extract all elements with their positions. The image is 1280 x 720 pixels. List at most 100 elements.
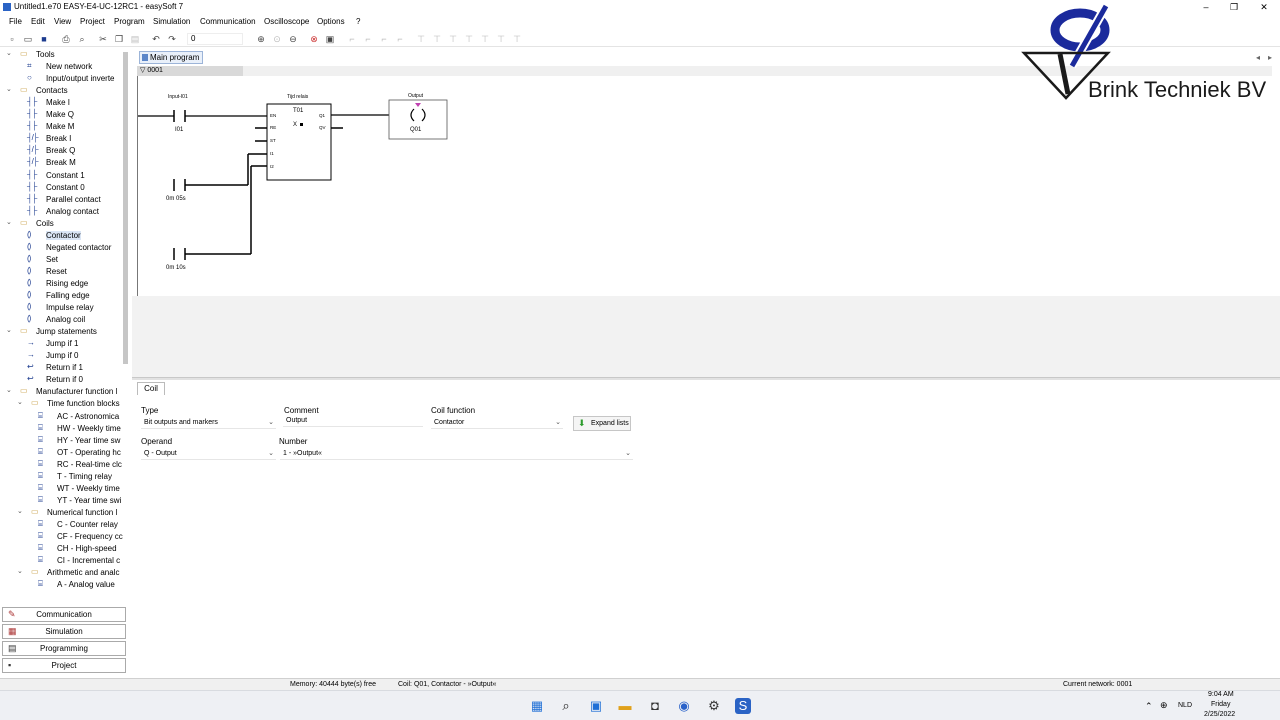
- browser-icon[interactable]: ◉: [676, 698, 692, 714]
- chevron-down-icon[interactable]: ⌄: [6, 49, 12, 57]
- nav-simulation-button[interactable]: ▦ Simulation: [2, 624, 126, 639]
- sidebar-scrollbar[interactable]: [123, 52, 128, 364]
- store-icon[interactable]: ◘: [647, 698, 663, 714]
- tree-item-label: Make I: [46, 98, 71, 108]
- new-file-icon[interactable]: ▫: [7, 34, 17, 44]
- network-globe-icon[interactable]: ⊕: [1160, 700, 1168, 711]
- menu-simulation[interactable]: Simulation: [153, 17, 190, 26]
- align4-icon[interactable]: ⊤: [464, 34, 474, 44]
- align-icon[interactable]: ⊤: [416, 34, 426, 44]
- copy-icon[interactable]: ❐: [114, 34, 124, 44]
- chevron-down-icon[interactable]: ⌄: [17, 398, 23, 406]
- print-preview-icon[interactable]: ⌕: [77, 34, 87, 44]
- number-select[interactable]: 1 - »Output« ⌄: [280, 448, 633, 460]
- tree-item-label: Jump statements: [36, 327, 97, 337]
- nav-communication-button[interactable]: ✎ Communication: [2, 607, 126, 622]
- chevron-down-icon[interactable]: ⌄: [17, 507, 23, 515]
- tree-item-label: YT - Year time swi: [57, 495, 122, 505]
- tree-item-label: RC - Real-time clc: [57, 459, 122, 469]
- tree-item-label: CF - Frequency cc: [57, 532, 123, 541]
- chevron-up-icon[interactable]: ⌃: [1145, 701, 1153, 712]
- start-icon[interactable]: ▦: [529, 698, 545, 714]
- network-delete-icon[interactable]: ⊗: [309, 34, 319, 44]
- zoom-out-icon[interactable]: ⊖: [288, 34, 298, 44]
- tab-main-program[interactable]: Main program: [139, 51, 203, 64]
- align2-icon[interactable]: ⊤: [432, 34, 442, 44]
- wire-tool-icon[interactable]: ⌐: [347, 34, 357, 44]
- task-view-icon[interactable]: ▣: [588, 698, 604, 714]
- clock-time[interactable]: 9:04 AM: [1208, 691, 1234, 698]
- open-folder-icon[interactable]: ▭: [23, 34, 33, 44]
- easysoft-taskbar-icon[interactable]: S: [735, 698, 751, 714]
- input-operand[interactable]: I01: [175, 127, 184, 133]
- search-icon[interactable]: ⌕: [558, 698, 574, 714]
- clock-date[interactable]: 2/25/2022: [1204, 711, 1235, 718]
- menu-oscilloscope[interactable]: Oscilloscope: [264, 17, 309, 26]
- menu-project[interactable]: Project: [80, 17, 105, 26]
- redo-icon[interactable]: ↷: [167, 34, 177, 44]
- cut-icon[interactable]: ✂: [98, 34, 108, 44]
- status-bar: Memory: 40444 byte(s) free Coil: Q01, Co…: [0, 678, 1280, 690]
- nav-programming-button[interactable]: ▤ Programming: [2, 641, 126, 656]
- number-label: Number: [279, 437, 308, 446]
- chevron-down-icon[interactable]: ⌄: [6, 386, 12, 394]
- chevron-down-icon[interactable]: ⌄: [6, 218, 12, 226]
- nav-label: Programming: [39, 644, 88, 653]
- menu-file[interactable]: File: [9, 17, 22, 26]
- app-gear-icon[interactable]: ⚙: [706, 698, 722, 714]
- align5-icon[interactable]: ⊤: [480, 34, 490, 44]
- wire-tool4-icon[interactable]: ⌐: [395, 34, 405, 44]
- fb-icon: ⌸: [38, 470, 43, 480]
- output-operand[interactable]: Q01: [410, 127, 422, 133]
- ladder-diagram[interactable]: Input-I01 I01 Tijd relais T01 X EN RE ST…: [137, 76, 1272, 296]
- clock-day[interactable]: Friday: [1211, 701, 1230, 708]
- make-contact-icon: ┤├: [27, 181, 37, 191]
- expand-lists-button[interactable]: ⬇ Expand lists: [573, 416, 631, 431]
- type-value: Bit outputs and markers: [144, 419, 218, 426]
- save-icon[interactable]: ■: [39, 34, 49, 44]
- language-indicator[interactable]: NLD: [1178, 702, 1192, 709]
- menu-options[interactable]: Options: [317, 17, 345, 26]
- align3-icon[interactable]: ⊤: [448, 34, 458, 44]
- zoom-in-icon[interactable]: ⊕: [256, 34, 266, 44]
- coil-icon: (⟩: [27, 314, 32, 324]
- zoom-reset-icon[interactable]: ⊙: [272, 34, 282, 44]
- const1-value[interactable]: 0m 05s: [166, 196, 186, 202]
- folder-icon: ▭: [20, 386, 28, 396]
- zoom-input[interactable]: 0: [187, 33, 243, 45]
- coil-icon: (⟩: [27, 253, 32, 263]
- chevron-down-icon[interactable]: ⌄: [6, 85, 12, 93]
- input-label[interactable]: Input-I01: [168, 94, 188, 100]
- communication-icon: ✎: [8, 609, 16, 619]
- chevron-down-icon[interactable]: ⌄: [17, 567, 23, 575]
- panel-splitter[interactable]: [132, 377, 1280, 380]
- paste-icon[interactable]: ▤: [130, 34, 140, 44]
- undo-icon[interactable]: ↶: [151, 34, 161, 44]
- make-contact-icon: ┤├: [27, 121, 37, 131]
- tree-item-label: Time function blocks: [47, 399, 120, 409]
- properties-icon[interactable]: ▣: [325, 34, 335, 44]
- wire-tool3-icon[interactable]: ⌐: [379, 34, 389, 44]
- type-select[interactable]: Bit outputs and markers ⌄: [141, 417, 276, 429]
- coil-function-select[interactable]: Contactor ⌄: [431, 417, 563, 429]
- operand-select[interactable]: Q - Output ⌄: [141, 448, 276, 460]
- menu-view[interactable]: View: [54, 17, 71, 26]
- tree-item-label: Set: [46, 254, 59, 264]
- menu-help[interactable]: ?: [356, 17, 360, 26]
- wire-tool2-icon[interactable]: ⌐: [363, 34, 373, 44]
- menu-communication[interactable]: Communication: [200, 17, 256, 26]
- menu-program[interactable]: Program: [114, 17, 145, 26]
- menu-edit[interactable]: Edit: [31, 17, 45, 26]
- print-icon[interactable]: ⎙: [61, 34, 71, 44]
- align7-icon[interactable]: ⊤: [512, 34, 522, 44]
- nav-project-button[interactable]: ▪ Project: [2, 658, 126, 673]
- tree-item-label: Jump if 0: [46, 351, 79, 361]
- output-label[interactable]: Output: [408, 93, 424, 99]
- tab-coil[interactable]: Coil: [137, 382, 165, 395]
- chevron-down-icon[interactable]: ⌄: [6, 326, 12, 334]
- tree-item-label: Falling edge: [46, 291, 90, 300]
- comment-input[interactable]: Output: [283, 415, 423, 427]
- const2-value[interactable]: 0m 10s: [166, 265, 186, 271]
- align6-icon[interactable]: ⊤: [496, 34, 506, 44]
- file-explorer-icon[interactable]: ▬: [617, 698, 633, 714]
